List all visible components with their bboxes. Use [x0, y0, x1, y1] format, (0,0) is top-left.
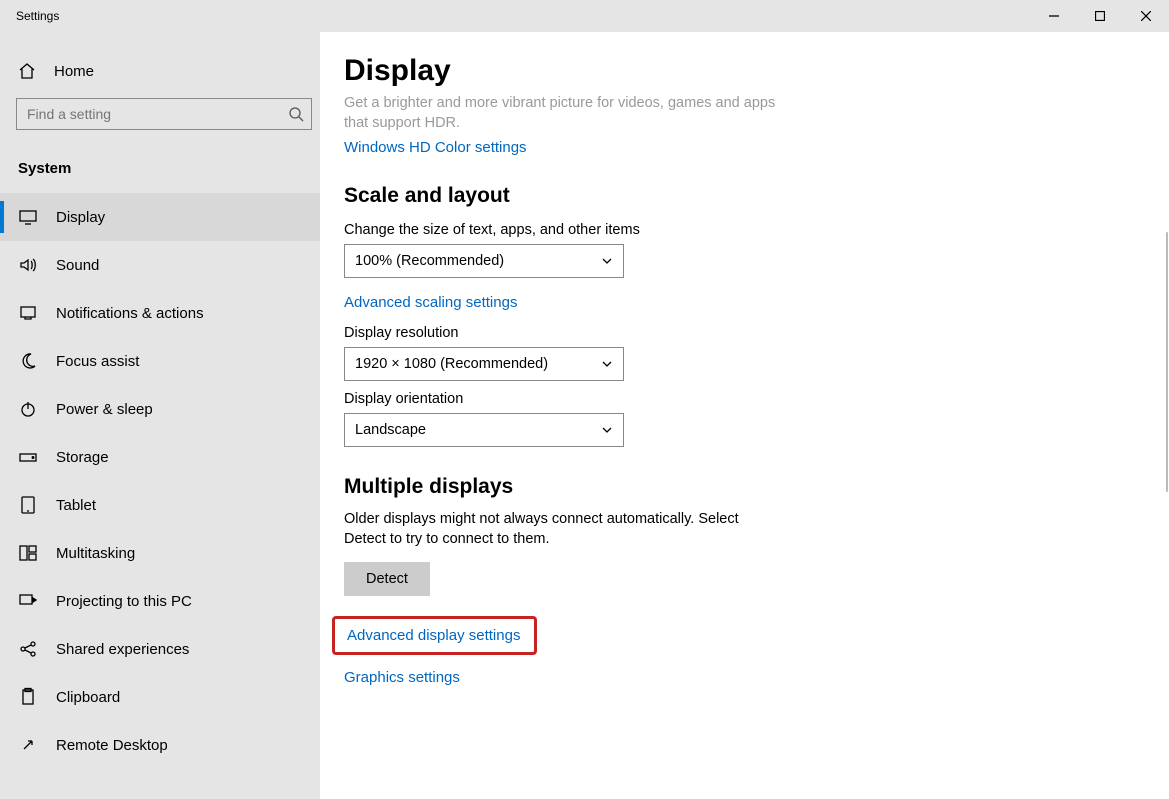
projecting-icon [18, 591, 38, 611]
resolution-value: 1920 × 1080 (Recommended) [355, 356, 548, 372]
text-size-value: 100% (Recommended) [355, 253, 504, 269]
nav-label: Shared experiences [56, 641, 189, 658]
nav-item-focus-assist[interactable]: Focus assist [0, 337, 320, 385]
category-title: System [0, 138, 320, 183]
remote-desktop-icon [18, 735, 38, 755]
orientation-value: Landscape [355, 422, 426, 438]
close-icon [1141, 11, 1151, 21]
text-size-label: Change the size of text, apps, and other… [344, 222, 884, 238]
search-icon [288, 106, 304, 122]
clipboard-icon [18, 687, 38, 707]
nav-label: Sound [56, 257, 99, 274]
nav-item-clipboard[interactable]: Clipboard [0, 673, 320, 721]
scale-layout-heading: Scale and layout [344, 184, 884, 208]
page-title: Display [344, 54, 1169, 88]
nav-item-display[interactable]: Display [0, 193, 320, 241]
nav-item-power-sleep[interactable]: Power & sleep [0, 385, 320, 433]
maximize-icon [1095, 11, 1105, 21]
chevron-down-icon [601, 358, 613, 370]
multiple-displays-desc: Older displays might not always connect … [344, 509, 784, 550]
notifications-icon [18, 303, 38, 323]
minimize-button[interactable] [1031, 0, 1077, 32]
detect-button[interactable]: Detect [344, 562, 430, 596]
nav-item-shared-experiences[interactable]: Shared experiences [0, 625, 320, 673]
nav-label: Notifications & actions [56, 305, 204, 322]
scrollbar[interactable] [1165, 32, 1169, 799]
nav-item-tablet[interactable]: Tablet [0, 481, 320, 529]
nav-label: Focus assist [56, 353, 139, 370]
home-icon [18, 62, 36, 80]
home-label: Home [54, 63, 94, 80]
nav-label: Clipboard [56, 689, 120, 706]
scrollbar-thumb[interactable] [1166, 232, 1168, 492]
resolution-label: Display resolution [344, 325, 884, 341]
chevron-down-icon [601, 255, 613, 267]
multitasking-icon [18, 543, 38, 563]
nav-item-projecting[interactable]: Projecting to this PC [0, 577, 320, 625]
highlight-annotation: Advanced display settings [332, 616, 537, 655]
window-title: Settings [16, 9, 59, 23]
advanced-scaling-link[interactable]: Advanced scaling settings [344, 294, 517, 311]
storage-icon [18, 447, 38, 467]
nav-item-remote-desktop[interactable]: Remote Desktop [0, 721, 320, 769]
nav-item-storage[interactable]: Storage [0, 433, 320, 481]
home-nav[interactable]: Home [0, 52, 320, 90]
moon-icon [18, 351, 38, 371]
nav-item-notifications[interactable]: Notifications & actions [0, 289, 320, 337]
display-icon [18, 207, 38, 227]
multiple-displays-heading: Multiple displays [344, 475, 884, 499]
hdr-description: Get a brighter and more vibrant picture … [344, 94, 794, 133]
content-area: Display Get a brighter and more vibrant … [320, 32, 1169, 799]
search-input[interactable] [16, 98, 312, 130]
close-button[interactable] [1123, 0, 1169, 32]
nav-label: Storage [56, 449, 109, 466]
sound-icon [18, 255, 38, 275]
nav-label: Tablet [56, 497, 96, 514]
hd-color-settings-link[interactable]: Windows HD Color settings [344, 139, 527, 156]
nav-label: Projecting to this PC [56, 593, 192, 610]
advanced-display-settings-link[interactable]: Advanced display settings [347, 627, 520, 644]
nav-label: Multitasking [56, 545, 135, 562]
tablet-icon [18, 495, 38, 515]
orientation-dropdown[interactable]: Landscape [344, 413, 624, 447]
graphics-settings-link[interactable]: Graphics settings [344, 669, 460, 686]
orientation-label: Display orientation [344, 391, 884, 407]
text-size-dropdown[interactable]: 100% (Recommended) [344, 244, 624, 278]
resolution-dropdown[interactable]: 1920 × 1080 (Recommended) [344, 347, 624, 381]
shared-icon [18, 639, 38, 659]
nav-list: Display Sound Notifications & actions Fo… [0, 193, 320, 769]
nav-label: Remote Desktop [56, 737, 168, 754]
maximize-button[interactable] [1077, 0, 1123, 32]
nav-label: Power & sleep [56, 401, 153, 418]
power-icon [18, 399, 38, 419]
minimize-icon [1049, 11, 1059, 21]
chevron-down-icon [601, 424, 613, 436]
sidebar: Home System Display Sound Notifications … [0, 32, 320, 799]
nav-item-sound[interactable]: Sound [0, 241, 320, 289]
titlebar: Settings [0, 0, 1169, 32]
nav-item-multitasking[interactable]: Multitasking [0, 529, 320, 577]
nav-label: Display [56, 209, 105, 226]
